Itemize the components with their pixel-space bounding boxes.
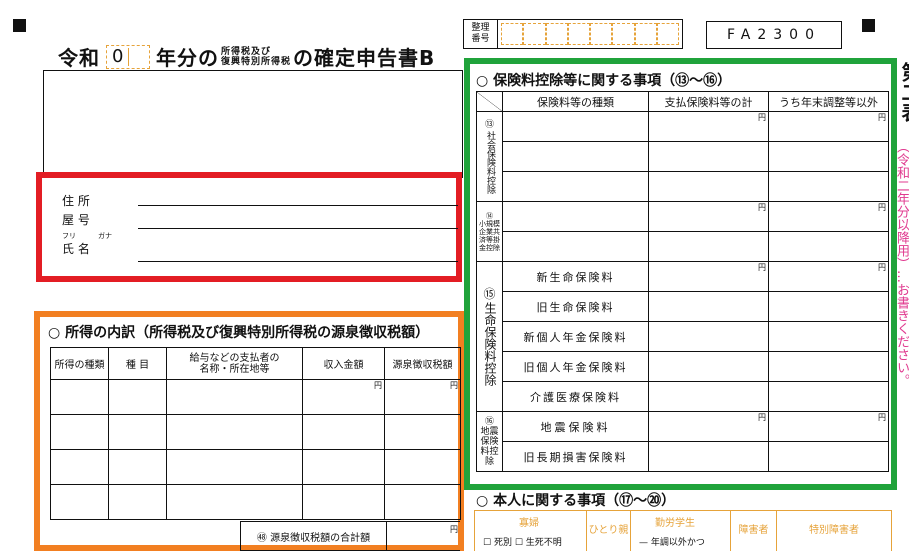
group-code: ⑭ bbox=[486, 211, 493, 220]
name-label: 氏 名 bbox=[62, 242, 90, 256]
insurance-item: 旧生命保険料 bbox=[502, 291, 649, 322]
table-row[interactable]: 旧長期損害保険料 bbox=[477, 441, 889, 472]
table-row[interactable] bbox=[50, 484, 461, 520]
yen-label: 円 bbox=[648, 411, 769, 442]
insurance-item: 旧長期損害保険料 bbox=[502, 441, 649, 472]
income-header-row: 所得の種類 種 目 給与などの支払者の 名称・所在地等 収入金額 源泉徴収税額 bbox=[50, 347, 461, 380]
group-code: ⑬ bbox=[484, 119, 494, 130]
insurance-item: 新生命保険料 bbox=[502, 261, 649, 292]
income-header: 種 目 bbox=[108, 347, 167, 380]
disabled-option[interactable]: 障害者 bbox=[731, 511, 777, 551]
table-row[interactable]: ⑬ 社会保険料控除 円円 bbox=[476, 111, 889, 202]
year-suffix: 年分の bbox=[156, 46, 219, 70]
yen-label: 円 bbox=[302, 379, 385, 415]
income-header: 給与などの支払者の 名称・所在地等 bbox=[166, 347, 303, 380]
income-table: 所得の種類 種 目 給与などの支払者の 名称・所在地等 収入金額 源泉徴収税額 … bbox=[50, 347, 461, 520]
seiri-number-box: 整理 番号 bbox=[463, 19, 683, 49]
insurance-header-row: 保険料等の種類 支払保険料等の計 うち年末調整等以外 bbox=[476, 91, 889, 112]
group-code: ⑮ bbox=[483, 287, 496, 301]
form-code: FA2300 bbox=[706, 21, 842, 49]
yen-label: 円 bbox=[768, 111, 889, 142]
income-header: 収入金額 bbox=[302, 347, 385, 380]
withholding-total-field[interactable]: 円 bbox=[387, 522, 460, 550]
yago-label: 屋 号 bbox=[62, 213, 90, 227]
address-label: 住 所 bbox=[62, 194, 90, 208]
seiri-number-cells[interactable] bbox=[498, 20, 682, 48]
withholding-total-label: ㊽ 源泉徴収税額の合計額 bbox=[241, 522, 387, 550]
insurance-item: 介護医療保険料 bbox=[502, 381, 649, 412]
table-row[interactable] bbox=[477, 171, 889, 202]
table-row[interactable]: 旧個人年金保険料 bbox=[477, 351, 889, 382]
insurance-section-title: ○ 保険料控除等に関する事項（⑬〜⑯） bbox=[476, 73, 732, 89]
yen-label: 円 bbox=[384, 379, 461, 415]
table-row[interactable]: ⑯ 地震保険料控除 地震保険料 円円 bbox=[476, 411, 889, 472]
table-row[interactable]: 新個人年金保険料 bbox=[477, 321, 889, 352]
name-field[interactable] bbox=[138, 261, 458, 262]
seiri-label-1: 整理 bbox=[471, 23, 490, 33]
tax-small-line2: 復興特別所得税 bbox=[221, 56, 292, 67]
table-row[interactable]: 円 円 bbox=[50, 379, 461, 415]
form-title: の確定申告書B bbox=[293, 46, 436, 70]
yen-label: 円 bbox=[648, 111, 769, 142]
personal-section-title: ○ 本人に関する事項（⑰〜⑳） bbox=[476, 493, 676, 509]
insurance-header: 支払保険料等の計 bbox=[648, 91, 769, 112]
table-row[interactable]: ⑭ 小規模企業共済等掛金控除 円円 bbox=[476, 201, 889, 262]
insurance-item: 地震保険料 bbox=[502, 411, 649, 442]
yen-label: 円 bbox=[768, 201, 889, 232]
table-row[interactable] bbox=[477, 141, 889, 172]
seiri-label-2: 番号 bbox=[471, 34, 490, 44]
group-label: 生命保険料控除 bbox=[483, 302, 497, 386]
address-field[interactable] bbox=[138, 205, 458, 206]
income-header: 源泉徴収税額 bbox=[384, 347, 461, 380]
table-row[interactable] bbox=[477, 231, 889, 262]
table-row[interactable] bbox=[50, 449, 461, 485]
tax-small-line1: 所得税及び bbox=[221, 46, 272, 57]
yen-label: 円 bbox=[648, 201, 769, 232]
income-section: ○ 所得の内訳（所得税及び復興特別所得税の源泉徴収税額） 所得の種類 種 目 給… bbox=[34, 311, 464, 551]
insurance-section: ○ 保険料控除等に関する事項（⑬〜⑯） 保険料等の種類 支払保険料等の計 うち年… bbox=[464, 58, 897, 490]
insurance-item: 旧個人年金保険料 bbox=[502, 351, 649, 382]
table-row[interactable]: ⑮ 生命保険料控除 新生命保険料 円円 bbox=[476, 261, 889, 412]
special-disabled-option[interactable]: 特別障害者 bbox=[777, 511, 891, 551]
group-label: 社会保険料控除 bbox=[485, 130, 495, 194]
group-label: 地震保険料控除 bbox=[480, 426, 499, 467]
era-label: 令和 bbox=[58, 46, 100, 70]
income-header: 所得の種類 bbox=[50, 347, 109, 380]
table-row[interactable]: 旧生命保険料 bbox=[477, 291, 889, 322]
yen-label: 円 bbox=[648, 261, 769, 292]
group-label: 小規模企業共済等掛金控除 bbox=[479, 219, 500, 252]
yen-label: 円 bbox=[768, 261, 889, 292]
side-title: 第二表 bbox=[898, 62, 909, 122]
insurance-table: 保険料等の種類 支払保険料等の計 うち年末調整等以外 ⑬ 社会保険料控除 円円 … bbox=[476, 91, 889, 472]
group-code: ⑯ bbox=[484, 416, 494, 427]
insurance-header: 保険料等の種類 bbox=[502, 91, 649, 112]
address-section: 住 所 屋 号 フリ ガナ 氏 名 bbox=[36, 172, 462, 282]
personal-section: ○ 本人に関する事項（⑰〜⑳） 寡婦 ☐ 死別 ☐ 生死不明 ひとり親 勤労学生… bbox=[470, 490, 894, 551]
working-student-option[interactable]: 勤労学生 — 年調以外かつ bbox=[631, 511, 731, 551]
side-note: （令和二年分以降用）…お書きください。 bbox=[894, 140, 909, 387]
widow-option[interactable]: 寡婦 ☐ 死別 ☐ 生死不明 bbox=[475, 511, 587, 551]
insurance-header: うち年末調整等以外 bbox=[768, 91, 889, 112]
yen-label: 円 bbox=[768, 411, 889, 442]
table-row[interactable] bbox=[50, 414, 461, 450]
registration-mark-right bbox=[862, 19, 875, 32]
gana-label: ガナ bbox=[98, 232, 112, 240]
year-input[interactable]: 0 bbox=[106, 44, 150, 69]
income-section-title: ○ 所得の内訳（所得税及び復興特別所得税の源泉徴収税額） bbox=[48, 325, 430, 341]
yago-field[interactable] bbox=[138, 228, 458, 229]
left-blank-frame bbox=[43, 70, 463, 178]
page-title: 令和 0 年分の 所得税及び 復興特別所得税 の確定申告書B bbox=[58, 42, 435, 71]
registration-mark-left bbox=[13, 19, 26, 32]
insurance-item: 新個人年金保険料 bbox=[502, 321, 649, 352]
table-row[interactable]: 介護医療保険料 bbox=[477, 381, 889, 412]
single-parent-option[interactable]: ひとり親 bbox=[587, 511, 631, 551]
